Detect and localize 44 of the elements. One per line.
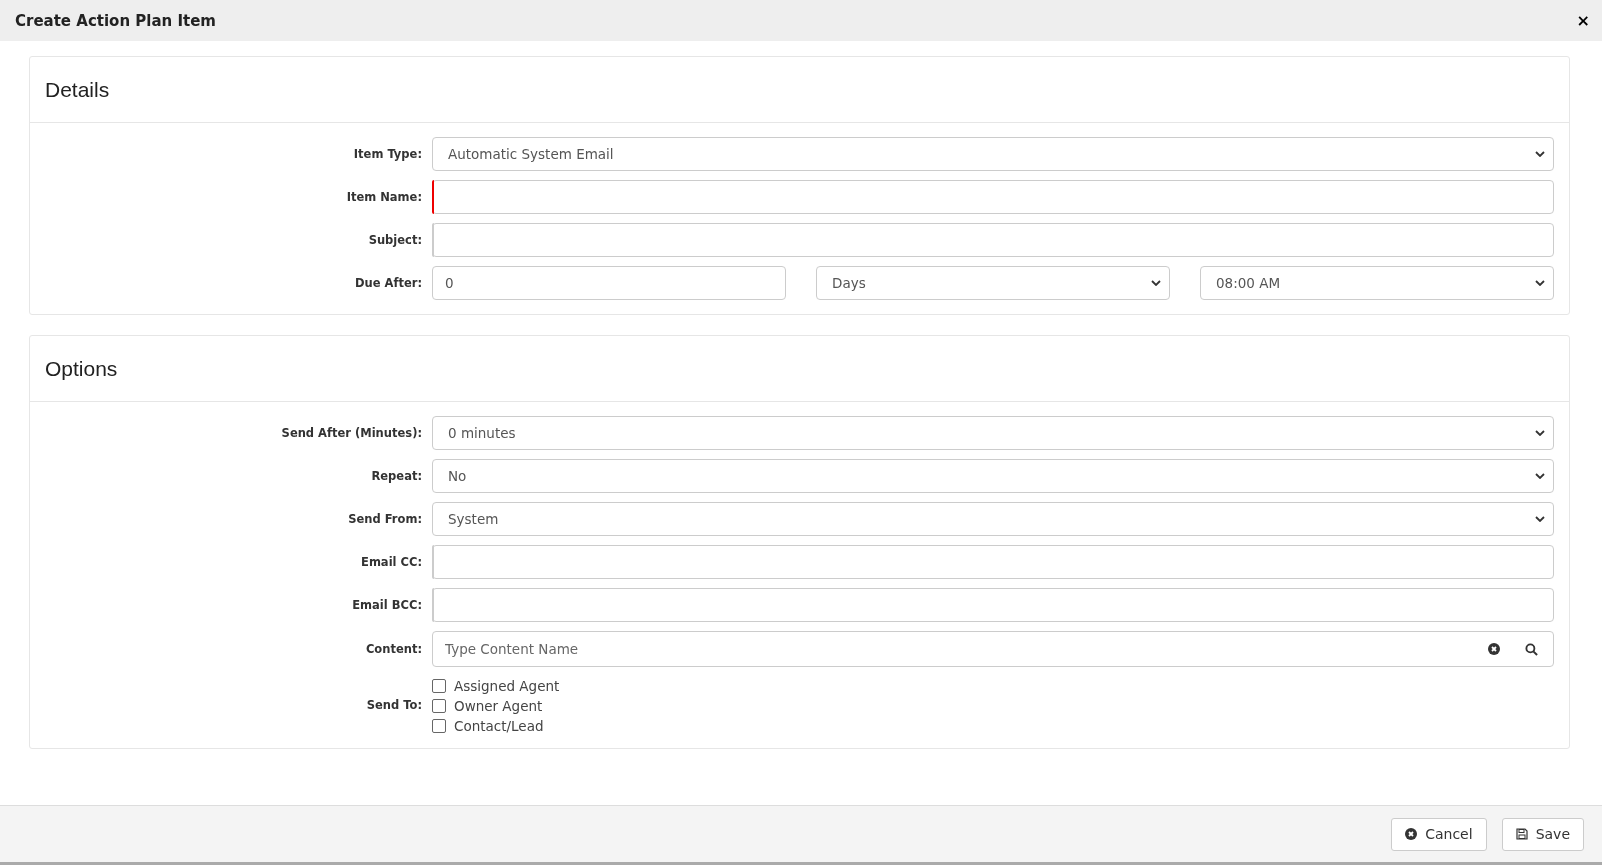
checkbox-label: Contact/Lead (454, 718, 544, 734)
dropdown[interactable]: Days (816, 266, 1170, 300)
field-label: Item Type: (352, 147, 422, 161)
close-button[interactable]: × (1576, 11, 1590, 30)
field-label: Item Name: (345, 190, 422, 204)
text-field[interactable] (432, 223, 1554, 257)
checkbox-label: Owner Agent (454, 698, 543, 714)
field-label: Due After: (354, 276, 422, 290)
section-title: Details (45, 77, 110, 102)
search-field[interactable]: Type Content Name (432, 631, 1554, 667)
clear-icon[interactable] (1488, 643, 1500, 655)
number-field[interactable]: 0 (432, 266, 786, 300)
field-label: Repeat: (370, 469, 422, 483)
footer-button[interactable]: Cancel (1391, 817, 1487, 851)
field-label: Send After (Minutes): (280, 426, 422, 440)
dialog-title: Create Action Plan Item (15, 11, 216, 30)
field-label: Email CC: (360, 555, 422, 569)
dropdown[interactable]: Automatic System Email (432, 137, 1554, 171)
dropdown[interactable]: 0 minutes (432, 416, 1554, 450)
chevron-down-icon (1535, 151, 1545, 157)
close-circle-icon (1405, 828, 1418, 840)
chevron-down-icon (1151, 280, 1161, 286)
field-label: Send To: (365, 698, 422, 712)
field-label: Subject: (367, 233, 422, 247)
field-label: Content: (364, 642, 422, 656)
field-label: Email BCC: (351, 598, 422, 612)
chevron-down-icon (1535, 516, 1545, 522)
chevron-down-icon (1535, 430, 1545, 436)
checkbox[interactable] (432, 679, 446, 693)
footer-button[interactable]: Save (1501, 817, 1584, 851)
checkbox-label: Assigned Agent (454, 678, 560, 694)
dropdown[interactable]: System (432, 502, 1554, 536)
checkbox[interactable] (432, 699, 446, 713)
chevron-down-icon (1535, 473, 1545, 479)
dropdown[interactable]: No (432, 459, 1554, 493)
chevron-down-icon (1535, 280, 1545, 286)
text-field[interactable] (432, 180, 1554, 214)
field-label: Send From: (347, 512, 422, 526)
text-field[interactable] (432, 545, 1554, 579)
checkbox[interactable] (432, 719, 446, 733)
text-field[interactable] (432, 588, 1554, 622)
search-icon[interactable] (1525, 643, 1538, 656)
dropdown[interactable]: 08:00 AM (1200, 266, 1554, 300)
section-title: Options (45, 356, 118, 381)
